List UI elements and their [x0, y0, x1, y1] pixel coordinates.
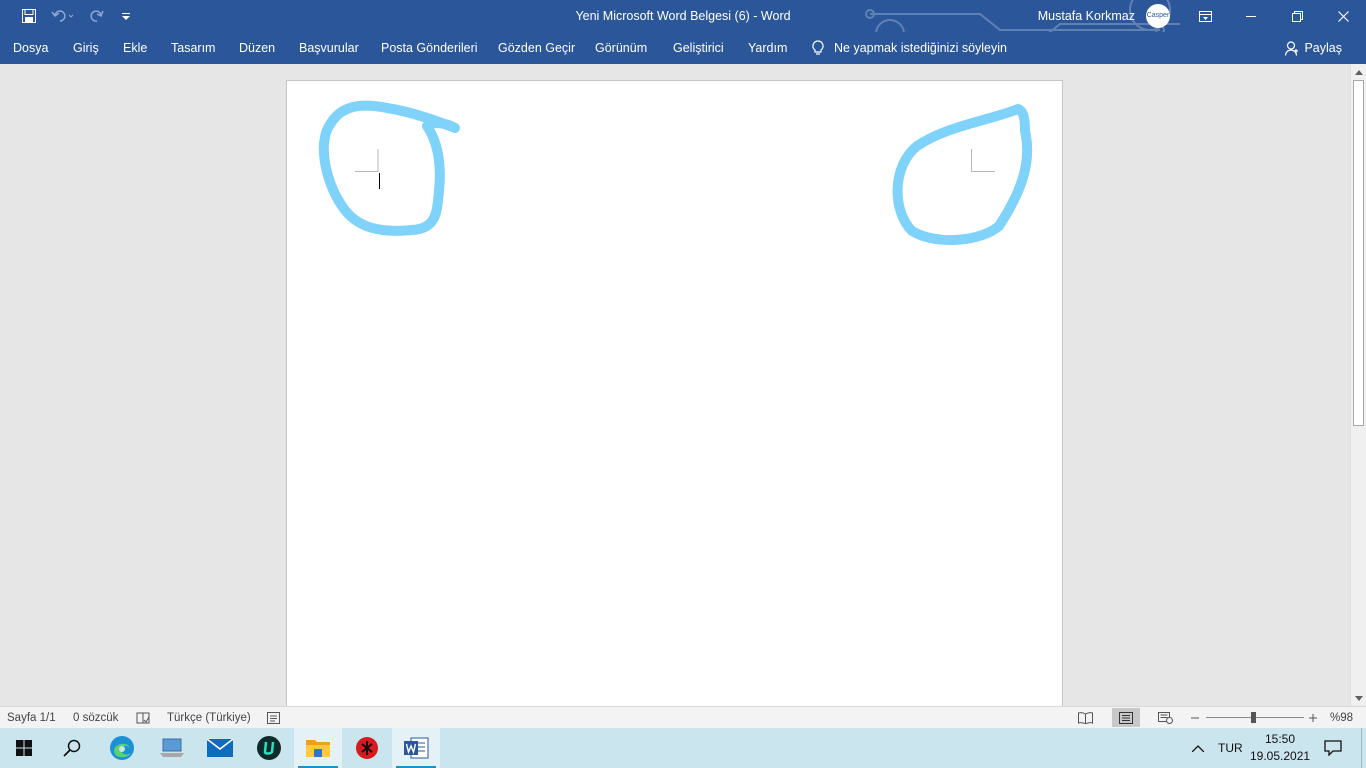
tab-gelistirici[interactable]: Geliştirici	[673, 32, 724, 64]
page-icon	[1119, 711, 1133, 724]
customize-quick-access-button[interactable]	[118, 0, 134, 32]
chevron-down-icon	[1355, 695, 1363, 701]
proofing-icon	[136, 712, 150, 724]
mail-icon	[207, 739, 233, 757]
book-icon	[1077, 711, 1093, 724]
redo-icon	[90, 10, 104, 22]
undo-button[interactable]	[46, 0, 80, 32]
tab-yardim[interactable]: Yardım	[748, 32, 787, 64]
close-button[interactable]	[1320, 0, 1366, 32]
chevron-up-icon	[1192, 744, 1204, 752]
ribbon-display-options-icon	[1198, 10, 1212, 22]
share-button[interactable]: Paylaş	[1285, 32, 1342, 64]
action-center-button[interactable]	[1318, 728, 1348, 768]
restore-icon	[1291, 10, 1303, 22]
ubisoft-icon	[257, 736, 281, 760]
clock-date: 19.05.2021	[1250, 749, 1311, 763]
input-language[interactable]: TUR	[1218, 728, 1243, 768]
tab-posta-gonderileri[interactable]: Posta Gönderileri	[381, 32, 478, 64]
document-area	[0, 64, 1350, 706]
web-layout-icon	[1157, 711, 1173, 724]
proofing-button[interactable]	[135, 707, 151, 729]
tab-gozden-gecir[interactable]: Gözden Geçir	[498, 32, 575, 64]
macro-icon	[266, 712, 280, 724]
redo-button[interactable]	[86, 0, 108, 32]
restore-button[interactable]	[1274, 0, 1320, 32]
zoom-in-button[interactable]	[1306, 707, 1320, 729]
customize-quick-access-icon	[122, 13, 130, 20]
ribbon-tabs: Dosya Giriş Ekle Tasarım Düzen Başvurula…	[0, 32, 1366, 64]
taskbar-word[interactable]	[392, 728, 440, 768]
minimize-button[interactable]	[1228, 0, 1274, 32]
start-icon	[16, 740, 32, 756]
laptop-icon	[160, 738, 184, 757]
read-mode-button[interactable]	[1071, 708, 1099, 727]
gaming-app-icon	[356, 737, 378, 759]
share-label: Paylaş	[1304, 41, 1342, 55]
web-layout-button[interactable]	[1151, 708, 1179, 727]
taskbar-laptop[interactable]	[148, 728, 196, 768]
tab-basvurular[interactable]: Başvurular	[299, 32, 359, 64]
start-button[interactable]	[0, 728, 48, 768]
edge-icon	[110, 736, 134, 760]
scroll-up-button[interactable]	[1351, 64, 1366, 80]
ribbon-display-options-button[interactable]	[1182, 0, 1228, 32]
tell-me-label: Ne yapmak istediğinizi söyleyin	[834, 41, 1007, 55]
ink-layer	[318, 100, 1033, 246]
zoom-out-button[interactable]	[1188, 707, 1202, 729]
page-count[interactable]: Sayfa 1/1	[7, 707, 56, 729]
person-icon	[1285, 40, 1299, 56]
status-bar: Sayfa 1/1 0 sözcük Türkçe (Türkiye) %98	[0, 706, 1366, 728]
ink-circle-right	[892, 104, 1033, 246]
tab-giris[interactable]: Giriş	[73, 32, 99, 64]
tab-ekle[interactable]: Ekle	[123, 32, 147, 64]
macro-recording-button[interactable]	[265, 707, 281, 729]
taskbar-gaming-app[interactable]	[343, 728, 391, 768]
clock-time: 15:50	[1264, 732, 1296, 746]
undo-icon	[51, 10, 74, 22]
tab-tasarim[interactable]: Tasarım	[171, 32, 215, 64]
taskbar-ubisoft[interactable]	[245, 728, 293, 768]
file-explorer-icon	[306, 740, 330, 757]
scroll-thumb[interactable]	[1353, 80, 1364, 426]
zoom-level[interactable]: %98	[1330, 707, 1353, 729]
search-icon	[63, 739, 81, 757]
notification-icon	[1324, 740, 1342, 756]
tell-me-box[interactable]: Ne yapmak istediğinizi söyleyin	[812, 32, 1007, 64]
save-icon	[22, 9, 36, 23]
taskbar-mail[interactable]	[196, 728, 244, 768]
plus-icon	[1309, 714, 1317, 722]
title-bar: Yeni Microsoft Word Belgesi (6) - Word M…	[0, 0, 1366, 32]
chevron-up-icon	[1355, 69, 1363, 75]
close-icon	[1337, 10, 1349, 22]
taskbar-edge[interactable]	[98, 728, 146, 768]
document-page[interactable]	[286, 80, 1063, 706]
save-button[interactable]	[16, 0, 42, 32]
taskbar: TUR 15:50 19.05.2021	[0, 728, 1366, 768]
tab-duzen[interactable]: Düzen	[239, 32, 275, 64]
word-count[interactable]: 0 sözcük	[73, 707, 118, 729]
print-layout-button[interactable]	[1112, 708, 1140, 727]
ink-circle-left	[318, 100, 460, 236]
lightbulb-icon	[812, 40, 824, 55]
language[interactable]: Türkçe (Türkiye)	[167, 707, 251, 729]
show-hidden-icons-button[interactable]	[1186, 728, 1210, 768]
tab-dosya[interactable]: Dosya	[13, 32, 48, 64]
zoom-slider-thumb[interactable]	[1251, 712, 1256, 723]
tab-gorunum[interactable]: Görünüm	[595, 32, 647, 64]
scroll-down-button[interactable]	[1351, 690, 1366, 706]
avatar[interactable]: Casper	[1146, 4, 1170, 28]
show-desktop-button[interactable]	[1361, 728, 1366, 768]
search-button[interactable]	[48, 728, 96, 768]
vertical-scrollbar[interactable]	[1350, 64, 1366, 706]
minus-icon	[1191, 717, 1199, 719]
minimize-icon	[1246, 16, 1256, 17]
user-name[interactable]: Mustafa Korkmaz	[1038, 0, 1135, 32]
taskbar-file-explorer[interactable]	[294, 728, 342, 768]
clock[interactable]: 15:50 19.05.2021	[1250, 731, 1310, 765]
word-icon	[404, 737, 429, 759]
